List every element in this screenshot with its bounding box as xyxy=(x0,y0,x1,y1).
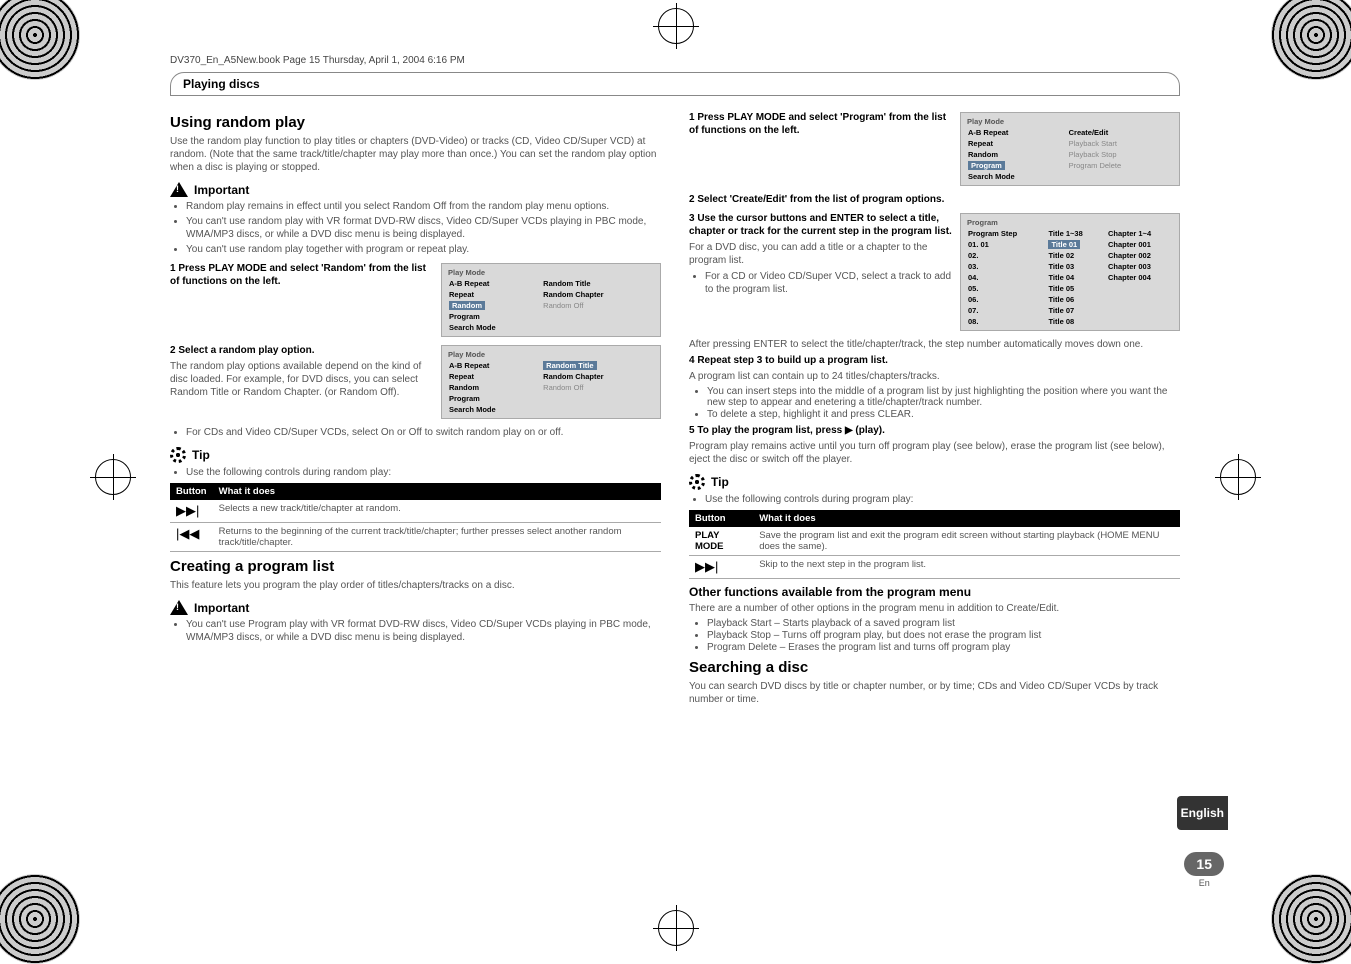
osd-playmode-2: Play Mode A-B RepeatRandom Title RepeatR… xyxy=(441,345,661,419)
osd-playmode-1: Play Mode A-B RepeatRandom Title RepeatR… xyxy=(441,263,661,337)
r-step2: 2 Select 'Create/Edit' from the list of … xyxy=(689,193,1180,206)
r-step4-body: A program list can contain up to 24 titl… xyxy=(689,370,1180,383)
r-step3-head: 3 Use the cursor buttons and ENTER to se… xyxy=(689,212,952,238)
other-functions-heading: Other functions available from the progr… xyxy=(689,585,1180,599)
other-intro: There are a number of other options in t… xyxy=(689,602,1180,615)
step2-body: The random play options available depend… xyxy=(170,360,433,399)
page-number-badge: 15 En xyxy=(1184,852,1224,888)
step1: 1 Press PLAY MODE and select 'Random' fr… xyxy=(170,262,433,288)
osd-program-list: Program Program StepTitle 1~38Chapter 1~… xyxy=(960,213,1180,331)
heading-program: Creating a program list xyxy=(170,558,661,575)
intro-text: Use the random play function to play tit… xyxy=(170,135,661,174)
program-intro: This feature lets you program the play o… xyxy=(170,579,661,592)
step2-head: 2 Select a random play option. xyxy=(170,345,314,356)
manual-page: DV370_En_A5New.book Page 15 Thursday, Ap… xyxy=(170,55,1180,900)
warning-icon xyxy=(170,600,188,615)
tip-icon xyxy=(689,474,705,490)
tip-intro: Use the following controls during random… xyxy=(186,466,661,479)
r-step1: 1 Press PLAY MODE and select 'Program' f… xyxy=(689,111,952,137)
section-header: Playing discs xyxy=(170,72,1180,96)
important2-item: You can't use Program play with VR forma… xyxy=(186,618,661,644)
r-step4-head: 4 Repeat step 3 to build up a program li… xyxy=(689,354,1180,367)
important-label-2: Important xyxy=(194,601,249,615)
after-enter: After pressing ENTER to select the title… xyxy=(689,338,1180,351)
left-column: Using random play Use the random play fu… xyxy=(170,108,661,709)
important-label: Important xyxy=(194,183,249,197)
search-body: You can search DVD discs by title or cha… xyxy=(689,680,1180,706)
book-header: DV370_En_A5New.book Page 15 Thursday, Ap… xyxy=(170,55,1180,66)
tip-label-r: Tip xyxy=(711,475,729,489)
language-tab: English xyxy=(1177,796,1228,830)
tip-icon xyxy=(170,447,186,463)
r-step5: 5 To play the program list, press ▶ (pla… xyxy=(689,424,1180,437)
controls-table-right: ButtonWhat it does PLAY MODESave the pro… xyxy=(689,510,1180,579)
step2-bullet: For CDs and Video CD/Super VCDs, select … xyxy=(186,426,661,439)
tip-intro-r: Use the following controls during progra… xyxy=(705,493,1180,506)
warning-icon xyxy=(170,182,188,197)
important-list: Random play remains in effect until you … xyxy=(170,200,661,256)
r-step5-body: Program play remains active until you tu… xyxy=(689,440,1180,466)
osd-program-1: Play Mode A-B RepeatCreate/Edit RepeatPl… xyxy=(960,112,1180,186)
heading-search: Searching a disc xyxy=(689,659,1180,676)
controls-table-left: ButtonWhat it does ▶▶|Selects a new trac… xyxy=(170,483,661,552)
r-step3-body: For a DVD disc, you can add a title or a… xyxy=(689,241,952,267)
right-column: 1 Press PLAY MODE and select 'Program' f… xyxy=(689,108,1180,709)
r-step3-bullet: For a CD or Video CD/Super VCD, select a… xyxy=(705,270,952,296)
heading-random: Using random play xyxy=(170,114,661,131)
tip-label: Tip xyxy=(192,448,210,462)
